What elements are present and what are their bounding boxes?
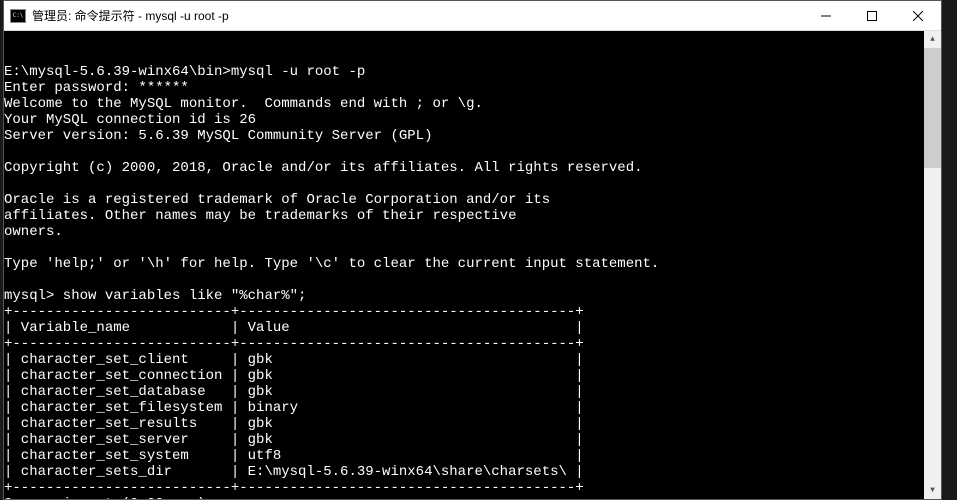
scroll-down-arrow[interactable]: ▼ [924,482,941,499]
terminal-line: 8 rows in set (0.00 sec) [4,496,924,499]
terminal-line: | character_set_system | utf8 | [4,448,924,464]
terminal-line: mysql> show variables like "%char%"; [4,288,924,304]
terminal-line: Oracle is a registered trademark of Orac… [4,192,924,208]
close-icon [913,11,923,21]
terminal-line: Copyright (c) 2000, 2018, Oracle and/or … [4,160,924,176]
scroll-up-arrow[interactable]: ▲ [924,31,941,48]
terminal-line: Your MySQL connection id is 26 [4,112,924,128]
terminal-line: | character_set_filesystem | binary | [4,400,924,416]
terminal-line: +--------------------------+------------… [4,480,924,496]
terminal-line: Welcome to the MySQL monitor. Commands e… [4,96,924,112]
titlebar[interactable]: 管理员: 命令提示符 - mysql -u root -p [4,1,941,31]
terminal-line: | character_set_connection | gbk | [4,368,924,384]
window-title: 管理员: 命令提示符 - mysql -u root -p [32,7,803,24]
terminal-line: | character_set_database | gbk | [4,384,924,400]
cmd-icon [10,9,26,23]
close-button[interactable] [895,1,941,30]
terminal-line: Type 'help;' or '\h' for help. Type '\c'… [4,256,924,272]
terminal-line: +--------------------------+------------… [4,336,924,352]
scrollbar-thumb[interactable] [924,48,941,168]
terminal-line: | character_sets_dir | E:\mysql-5.6.39-w… [4,464,924,480]
terminal-line: | character_set_server | gbk | [4,432,924,448]
terminal-line: | character_set_client | gbk | [4,352,924,368]
minimize-button[interactable] [803,1,849,30]
terminal-line: Server version: 5.6.39 MySQL Community S… [4,128,924,144]
terminal-line: | Variable_name | Value | [4,320,924,336]
window-controls [803,1,941,30]
command-prompt-window: 管理员: 命令提示符 - mysql -u root -p E:\mysql-5… [3,0,942,500]
terminal-line [4,272,924,288]
minimize-icon [821,11,831,21]
terminal-line: | character_set_results | gbk | [4,416,924,432]
vertical-scrollbar[interactable]: ▲ ▼ [924,31,941,499]
terminal-line [4,176,924,192]
terminal-line: +--------------------------+------------… [4,304,924,320]
terminal-line [4,240,924,256]
maximize-button[interactable] [849,1,895,30]
terminal-line [4,144,924,160]
terminal-line: Enter password: ****** [4,80,924,96]
terminal-area[interactable]: E:\mysql-5.6.39-winx64\bin>mysql -u root… [4,31,941,499]
terminal-content: E:\mysql-5.6.39-winx64\bin>mysql -u root… [4,64,941,499]
terminal-line: owners. [4,224,924,240]
maximize-icon [867,11,877,21]
terminal-line: E:\mysql-5.6.39-winx64\bin>mysql -u root… [4,64,924,80]
terminal-line: affiliates. Other names may be trademark… [4,208,924,224]
